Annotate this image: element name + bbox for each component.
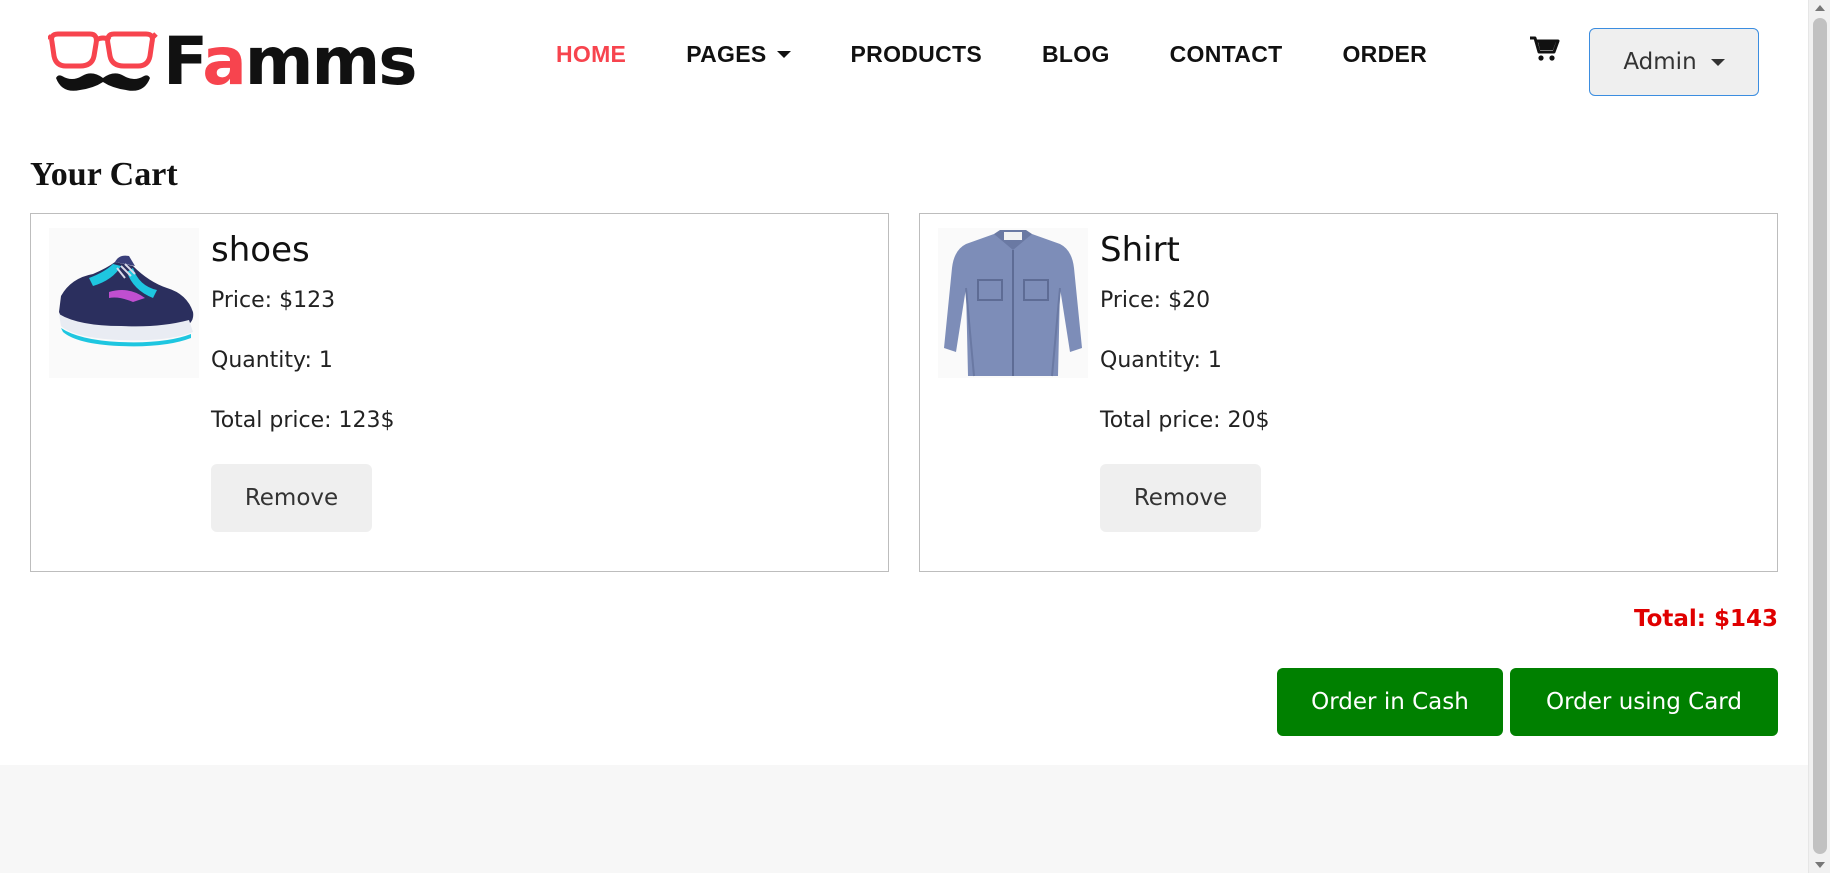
running-shoe-image bbox=[49, 228, 199, 378]
chevron-down-icon bbox=[776, 50, 791, 58]
nav-order[interactable]: ORDER bbox=[1342, 41, 1427, 68]
nav-products[interactable]: PRODUCTS bbox=[851, 41, 982, 68]
scroll-down-arrow-icon[interactable] bbox=[1815, 862, 1825, 868]
product-quantity: Quantity: 1 bbox=[1100, 348, 1222, 373]
cart-grand-total: Total: $143 bbox=[1633, 606, 1778, 632]
product-price: Price: $20 bbox=[1100, 288, 1211, 313]
product-total-price: Total price: 123$ bbox=[211, 408, 395, 433]
nav-contact-label: CONTACT bbox=[1169, 40, 1283, 67]
chevron-down-icon bbox=[1710, 58, 1725, 66]
admin-dropdown-button[interactable]: Admin bbox=[1589, 28, 1759, 96]
product-price: Price: $123 bbox=[211, 288, 336, 313]
order-in-cash-button[interactable]: Order in Cash bbox=[1277, 668, 1503, 736]
nav-blog[interactable]: BLOG bbox=[1042, 41, 1110, 68]
remove-button[interactable]: Remove bbox=[1100, 464, 1261, 532]
cart-item-card: Shirt Price: $20 Quantity: 1 Total price… bbox=[919, 213, 1778, 572]
main-nav: HOME PAGES PRODUCTS BLOG CONTACT ORDER bbox=[556, 38, 1487, 70]
product-total-price: Total price: 20$ bbox=[1100, 408, 1270, 433]
brand-name-f: F bbox=[163, 23, 204, 100]
brand-name: Famms bbox=[163, 23, 418, 100]
admin-label: Admin bbox=[1623, 49, 1697, 75]
brand-logo[interactable]: Famms bbox=[48, 26, 428, 98]
order-using-card-button[interactable]: Order using Card bbox=[1510, 668, 1778, 736]
brand-name-accent: a bbox=[202, 23, 247, 100]
brand-name-rest: mms bbox=[244, 23, 418, 100]
nav-order-label: ORDER bbox=[1342, 40, 1428, 67]
nav-products-label: PRODUCTS bbox=[850, 40, 982, 67]
nav-home[interactable]: HOME bbox=[556, 41, 626, 68]
denim-shirt-image bbox=[938, 228, 1088, 378]
cart-item-card: shoes Price: $123 Quantity: 1 Total pric… bbox=[30, 213, 889, 572]
scroll-up-arrow-icon[interactable] bbox=[1815, 5, 1825, 11]
shopping-cart-icon[interactable] bbox=[1530, 36, 1560, 62]
nav-pages[interactable]: PAGES bbox=[686, 40, 791, 68]
product-name: shoes bbox=[211, 230, 310, 270]
product-quantity: Quantity: 1 bbox=[211, 348, 333, 373]
glasses-mustache-logo-icon bbox=[48, 31, 158, 91]
page-scrollbar[interactable] bbox=[1808, 0, 1830, 873]
site-header: Famms HOME PAGES PRODUCTS BLOG CONTACT O… bbox=[0, 0, 1808, 120]
product-name: Shirt bbox=[1100, 230, 1180, 270]
nav-pages-label: PAGES bbox=[686, 40, 767, 67]
nav-home-label: HOME bbox=[556, 40, 627, 67]
page-title: Your Cart bbox=[30, 156, 178, 193]
footer-area bbox=[0, 765, 1808, 873]
remove-button[interactable]: Remove bbox=[211, 464, 372, 532]
nav-blog-label: BLOG bbox=[1042, 40, 1110, 67]
scrollbar-thumb[interactable] bbox=[1813, 18, 1827, 854]
nav-contact[interactable]: CONTACT bbox=[1170, 41, 1283, 68]
